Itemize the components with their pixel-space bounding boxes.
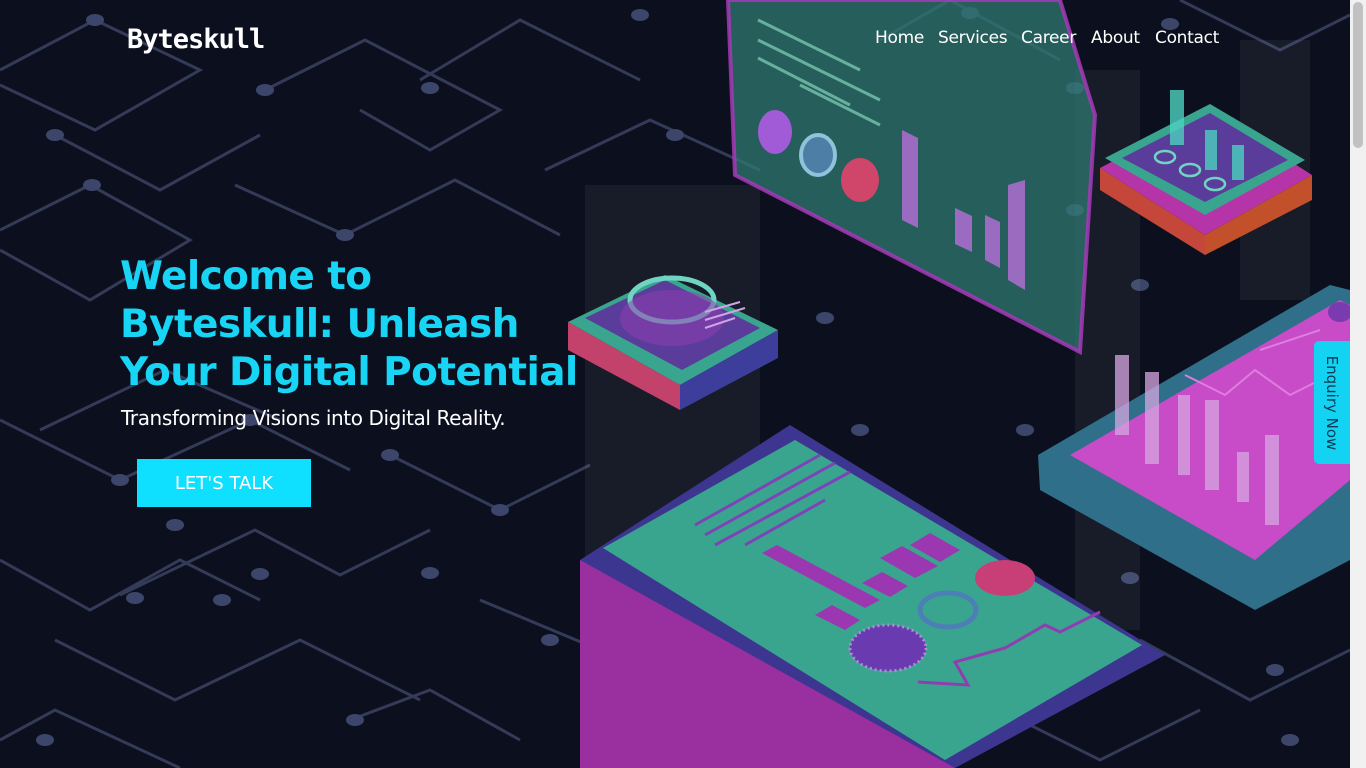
hero-subtitle: Transforming Visions into Digital Realit… [121,406,506,430]
enquiry-now-label: Enquiry Now [1323,355,1341,450]
brand-logo[interactable]: Byteskull [127,24,265,55]
nav-link-career[interactable]: Career [1021,28,1076,48]
hero-title: Welcome to Byteskull: Unleash Your Digit… [120,254,578,395]
nav-link-about[interactable]: About [1091,28,1140,48]
page-scrollbar[interactable] [1350,0,1366,768]
scrollbar-thumb[interactable] [1353,2,1363,148]
lets-talk-button[interactable]: LET'S TALK [137,459,311,507]
hero-section: Byteskull Home Services Career About Con… [0,0,1350,768]
nav-link-services[interactable]: Services [938,28,1008,48]
nav-link-home[interactable]: Home [875,28,924,48]
enquiry-now-tab[interactable]: Enquiry Now [1314,341,1350,464]
nav-link-contact[interactable]: Contact [1155,28,1219,48]
